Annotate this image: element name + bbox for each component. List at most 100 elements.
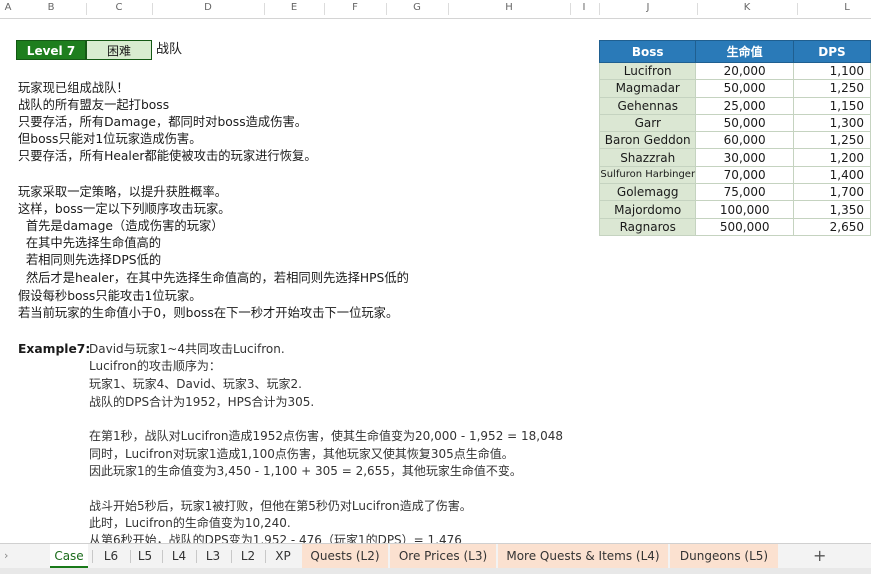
example-line-10[interactable]: 战斗开始5秒后，玩家1被打败，但他在第5秒仍对Lucifron造成了伤害。 <box>89 498 472 515</box>
table-row: Sulfuron Harbinger 70,000 1,400 <box>598 165 871 185</box>
example-line-3[interactable]: 玩家1、玩家4、David、玩家3、玩家2. <box>89 376 302 393</box>
strategy-line-1[interactable]: 玩家采取一定策略，以提升获胜概率。 <box>18 184 227 201</box>
tab-ore-prices-l3[interactable]: Ore Prices (L3) <box>390 544 496 568</box>
strategy-line-4[interactable]: 在其中先选择生命值高的 <box>18 235 161 252</box>
tab-l4[interactable]: L4 <box>165 544 193 568</box>
table-row: Lucifron 20,000 1,100 <box>598 61 871 81</box>
tab-l3[interactable]: L3 <box>198 544 228 568</box>
boss-hp-cell[interactable]: 50,000 <box>695 79 794 98</box>
table-row: Golemagg 75,000 1,700 <box>598 183 871 202</box>
boss-name-cell[interactable]: Gehennas <box>598 96 697 115</box>
tab-case[interactable]: Case <box>50 544 88 568</box>
column-header-i[interactable]: I <box>583 2 586 13</box>
boss-hp-cell[interactable]: 500,000 <box>695 217 794 236</box>
example-label[interactable]: Example7: <box>18 341 90 358</box>
boss-hp-cell[interactable]: 60,000 <box>695 131 794 150</box>
add-sheet-icon[interactable]: + <box>813 544 826 568</box>
boss-dps-cell[interactable]: 1,400 <box>792 165 871 185</box>
header-dps[interactable]: DPS <box>792 40 871 63</box>
example-line-6[interactable]: 在第1秒，战队对Lucifron造成1952点伤害，使其生命值变为20,000 … <box>89 428 563 445</box>
tab-xp[interactable]: XP <box>268 544 298 568</box>
table-row: Gehennas 25,000 1,150 <box>598 96 871 115</box>
intro-line-1[interactable]: 玩家现已组成战队！ <box>18 80 129 97</box>
example-line-7[interactable]: 同时，Lucifron对玩家1造成1,100点伤害，其他玩家又使其恢复305点生… <box>89 446 514 463</box>
column-header-e[interactable]: E <box>291 2 297 13</box>
boss-name-cell[interactable]: Garr <box>598 113 697 133</box>
strategy-line-5[interactable]: 若相同则先选择DPS低的 <box>18 252 161 269</box>
example-line-12[interactable]: 从第6秒开始，战队的DPS变为1,952 - 476（玩家1的DPS）= 1,4… <box>89 532 462 543</box>
intro-line-5[interactable]: 只要存活，所有Healer都能使被攻击的玩家进行恢复。 <box>18 148 317 165</box>
boss-name-cell[interactable]: Ragnaros <box>598 217 697 236</box>
strategy-line-3[interactable]: 首先是damage（造成伤害的玩家） <box>18 218 224 235</box>
tab-l2[interactable]: L2 <box>233 544 263 568</box>
column-header-g[interactable]: G <box>413 2 421 13</box>
tab-quests-l2[interactable]: Quests (L2) <box>302 544 388 568</box>
intro-line-2[interactable]: 战队的所有盟友一起打boss <box>18 97 169 114</box>
example-line-8[interactable]: 因此玩家1的生命值变为3,450 - 1,100 + 305 = 2,655，其… <box>89 463 522 480</box>
strategy-line-6[interactable]: 然后才是healer，在其中先选择生命值高的，若相同则先选择HPS低的 <box>18 270 409 287</box>
team-label[interactable]: 战队 <box>156 40 182 60</box>
tab-dungeons-l5[interactable]: Dungeons (L5) <box>670 544 778 568</box>
boss-hp-cell[interactable]: 70,000 <box>695 165 794 185</box>
boss-hp-cell[interactable]: 25,000 <box>695 96 794 115</box>
example-line-1[interactable]: David与玩家1~4共同攻击Lucifron. <box>89 341 285 358</box>
table-row: Baron Geddon 60,000 1,250 <box>598 131 871 150</box>
table-row: Garr 50,000 1,300 <box>598 113 871 133</box>
boss-dps-cell[interactable]: 1,700 <box>792 183 871 202</box>
boss-hp-cell[interactable]: 75,000 <box>695 183 794 202</box>
boss-dps-cell[interactable]: 1,300 <box>792 113 871 133</box>
strategy-line-7[interactable]: 假设每秒boss只能攻击1位玩家。 <box>18 288 202 305</box>
column-header-a[interactable]: A <box>5 2 12 13</box>
boss-dps-cell[interactable]: 1,250 <box>792 131 871 150</box>
difficulty-label[interactable]: 困难 <box>86 40 152 60</box>
boss-name-cell[interactable]: Lucifron <box>598 61 697 81</box>
column-header-l[interactable]: L <box>844 2 850 13</box>
tab-scroll-right-icon[interactable]: › <box>4 544 8 568</box>
column-header-k[interactable]: K <box>744 2 751 13</box>
level-label[interactable]: Level 7 <box>16 40 86 60</box>
boss-dps-cell[interactable]: 2,650 <box>792 217 871 236</box>
table-row: Ragnaros 500,000 2,650 <box>598 217 871 236</box>
boss-hp-cell[interactable]: 50,000 <box>695 113 794 133</box>
column-header-f[interactable]: F <box>352 2 358 13</box>
example-line-2[interactable]: Lucifron的攻击顺序为： <box>89 358 221 375</box>
table-row: Shazzrah 30,000 1,200 <box>598 148 871 167</box>
table-row: Majordomo 100,000 1,350 <box>598 200 871 219</box>
intro-line-3[interactable]: 只要存活，所有Damage，都同时对boss造成伤害。 <box>18 114 307 131</box>
example-line-11[interactable]: 此时，Lucifron的生命值变为10,240. <box>89 515 291 532</box>
intro-line-4[interactable]: 但boss只能对1位玩家造成伤害。 <box>18 131 202 148</box>
boss-dps-cell[interactable]: 1,250 <box>792 79 871 98</box>
column-header-j[interactable]: J <box>647 2 650 13</box>
tab-l5[interactable]: L5 <box>131 544 159 568</box>
boss-hp-cell[interactable]: 20,000 <box>695 61 794 81</box>
boss-hp-cell[interactable]: 100,000 <box>695 200 794 219</box>
strategy-line-8[interactable]: 若当前玩家的生命值小于0，则boss在下一秒才开始攻击下一位玩家。 <box>18 305 398 322</box>
boss-name-cell[interactable]: Majordomo <box>598 200 697 219</box>
boss-dps-cell[interactable]: 1,150 <box>792 96 871 115</box>
column-header-b[interactable]: B <box>48 2 55 13</box>
boss-hp-cell[interactable]: 30,000 <box>695 148 794 167</box>
boss-name-cell[interactable]: Magmadar <box>598 79 697 98</box>
table-header-row: Boss 生命值 DPS <box>598 40 871 63</box>
example-line-4[interactable]: 战队的DPS合计为1952，HPS合计为305. <box>89 394 314 411</box>
boss-dps-cell[interactable]: 1,200 <box>792 148 871 167</box>
boss-name-cell[interactable]: Sulfuron Harbinger <box>598 165 697 185</box>
boss-name-cell[interactable]: Shazzrah <box>598 148 697 167</box>
boss-table: Boss 生命值 DPS Lucifron 20,000 1,100 Magma… <box>598 40 871 236</box>
boss-name-cell[interactable]: Golemagg <box>598 183 697 202</box>
strategy-line-2[interactable]: 这样，boss一定以下列顺序攻击玩家。 <box>18 201 231 218</box>
header-hp[interactable]: 生命值 <box>695 40 794 63</box>
boss-dps-cell[interactable]: 1,350 <box>792 200 871 219</box>
header-boss[interactable]: Boss <box>598 40 697 63</box>
tab-more-quests-items-l4[interactable]: More Quests & Items (L4) <box>498 544 668 568</box>
column-header-bar: A B C D E F G H I J K L <box>0 0 871 19</box>
status-bar <box>0 568 871 574</box>
tab-l6[interactable]: L6 <box>96 544 126 568</box>
table-row: Magmadar 50,000 1,250 <box>598 79 871 98</box>
column-header-h[interactable]: H <box>505 2 513 13</box>
column-header-c[interactable]: C <box>116 2 123 13</box>
column-header-d[interactable]: D <box>204 2 212 13</box>
boss-dps-cell[interactable]: 1,100 <box>792 61 871 81</box>
sheet-tab-bar: › Case L6 L5 L4 L3 L2 XP Quests (L2) Ore… <box>0 543 871 569</box>
boss-name-cell[interactable]: Baron Geddon <box>598 131 697 150</box>
